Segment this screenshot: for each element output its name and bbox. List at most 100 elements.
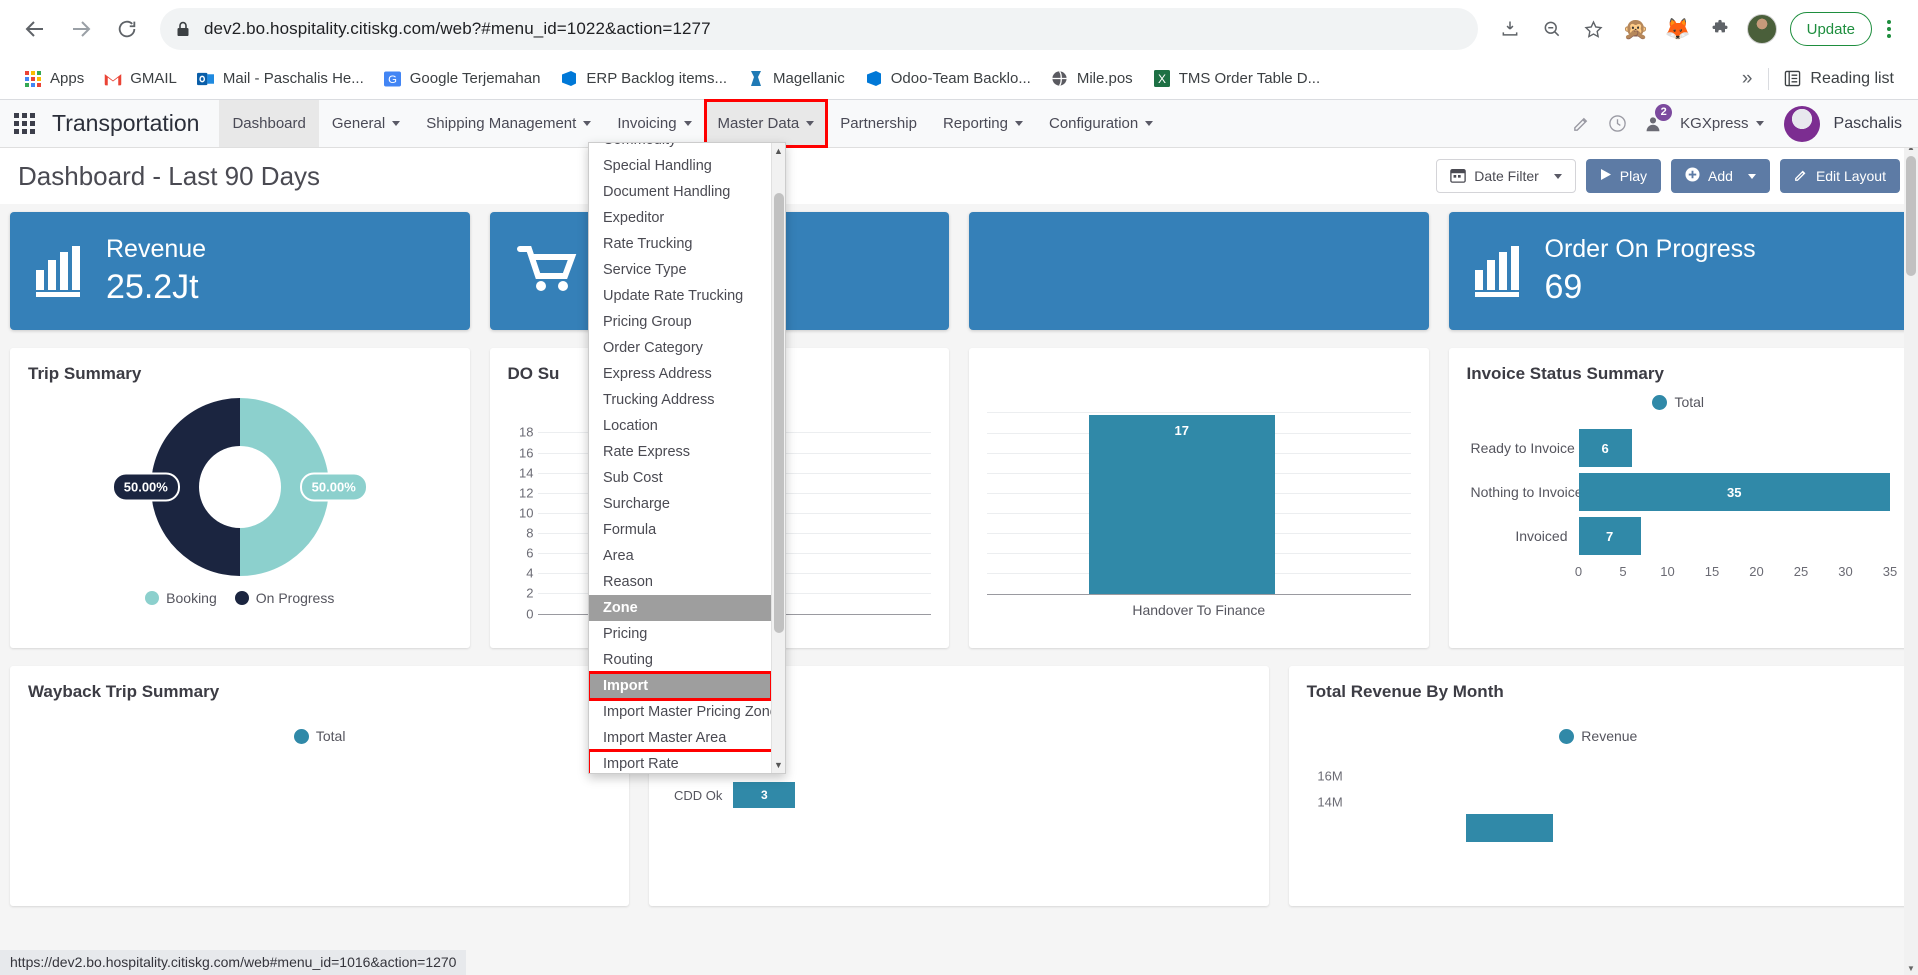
puzzle-extensions-icon[interactable] (1700, 9, 1740, 49)
scroll-down-arrow-icon[interactable]: ▼ (1904, 961, 1918, 975)
bookmarks-overflow-button[interactable]: » (1730, 68, 1765, 90)
messages-icon[interactable]: 2 (1638, 103, 1673, 139)
update-button[interactable]: Update (1789, 12, 1872, 46)
scrollbar-thumb[interactable] (1906, 156, 1916, 276)
category-label: Invoiced (1515, 528, 1568, 544)
edit-pencil-icon[interactable] (1566, 109, 1596, 139)
menu-item-zone[interactable]: Zone (589, 595, 771, 621)
profile-avatar[interactable] (1742, 9, 1782, 49)
menu-item-rate-express[interactable]: Rate Express (589, 439, 771, 465)
menu-item-order-category[interactable]: Order Category (589, 335, 771, 361)
menu-item-import[interactable]: Import (589, 671, 771, 701)
menu-item-document-handling[interactable]: Document Handling (589, 179, 771, 205)
x-tick: 10 (1660, 564, 1675, 579)
menu-item-sub-cost[interactable]: Sub Cost (589, 465, 771, 491)
play-button[interactable]: Play (1585, 159, 1662, 193)
menu-item-area[interactable]: Area (589, 543, 771, 569)
invoice-legend[interactable]: Total (1467, 394, 1891, 410)
menu-item-import-master-pricing-zone[interactable]: Import Master Pricing Zone (589, 699, 771, 725)
revenue-legend[interactable]: Revenue (1307, 728, 1890, 744)
y-tick: 2 (526, 585, 534, 601)
kpi-card-order-on-progress[interactable]: Order On Progress 69 (1448, 212, 1908, 330)
y-axis: 16M 14M (1307, 760, 1347, 830)
add-button[interactable]: Add (1671, 159, 1770, 193)
browser-menu-icon[interactable] (1874, 9, 1904, 49)
scroll-up-arrow-icon[interactable]: ▲ (772, 143, 785, 159)
bookmark-google-terjemahan[interactable]: G Google Terjemahan (374, 64, 551, 94)
install-icon[interactable] (1490, 9, 1530, 49)
menu-item-commodity[interactable]: Commodity (589, 143, 771, 153)
nav-item-master-data[interactable]: Master Data (703, 99, 829, 148)
menu-item-pricing[interactable]: Pricing (589, 621, 771, 647)
kpi-card-hidden[interactable] (969, 212, 1429, 330)
menu-item-import-master-area[interactable]: Import Master Area (589, 725, 771, 751)
app-launcher-icon[interactable] (0, 100, 48, 147)
avatar[interactable] (1783, 105, 1820, 142)
kpi-card-revenue[interactable]: Revenue 25.2Jt (10, 212, 470, 330)
legend-item-booking[interactable]: Booking (145, 590, 217, 606)
bar-handover-to-finance[interactable]: 17 (1088, 414, 1275, 594)
bar-invoiced[interactable]: 7 (1578, 517, 1641, 555)
menu-item-reason[interactable]: Reason (589, 569, 771, 595)
company-selector[interactable]: KGXpress (1674, 115, 1769, 132)
bookmark-magellanic[interactable]: Magellanic (737, 64, 855, 94)
nav-item-general[interactable]: General (319, 100, 413, 147)
date-filter-button[interactable]: Date Filter (1436, 159, 1576, 193)
scroll-down-arrow-icon[interactable]: ▼ (772, 757, 785, 773)
menu-item-update-rate-trucking[interactable]: Update Rate Trucking (589, 283, 771, 309)
username-label[interactable]: Paschalis (1834, 115, 1902, 133)
bookmark-mail-paschalis[interactable]: Mail - Paschalis He... (187, 64, 374, 94)
forward-arrow-icon[interactable] (60, 8, 102, 50)
zoom-out-icon[interactable] (1532, 9, 1572, 49)
edit-layout-button[interactable]: Edit Layout (1779, 159, 1900, 193)
nav-item-invoicing[interactable]: Invoicing (604, 100, 704, 147)
excel-icon: X (1153, 70, 1171, 88)
nav-item-configuration[interactable]: Configuration (1036, 100, 1166, 147)
nav-item-dashboard[interactable]: Dashboard (219, 100, 319, 147)
bar-ready-to-invoice[interactable]: 6 (1578, 429, 1632, 467)
menu-item-service-type[interactable]: Service Type (589, 257, 771, 283)
bar-cdd-ok[interactable]: 3 (733, 782, 796, 808)
legend-item-on-progress[interactable]: On Progress (234, 590, 335, 606)
menu-item-location[interactable]: Location (589, 413, 771, 439)
dropdown-scrollbar[interactable]: ▲ ▼ (771, 143, 785, 773)
menu-item-pricing-group[interactable]: Pricing Group (589, 309, 771, 335)
nav-item-shipping-management[interactable]: Shipping Management (413, 100, 604, 147)
clock-icon[interactable] (1602, 109, 1632, 139)
wayback-legend[interactable]: Total (28, 728, 611, 744)
address-bar[interactable]: dev2.bo.hospitality.citiskg.com/web?#men… (160, 8, 1478, 50)
bookmark-odoo-team-backlog[interactable]: Odoo-Team Backlo... (855, 64, 1041, 94)
menu-item-rate-trucking[interactable]: Rate Trucking (589, 231, 771, 257)
reload-icon[interactable] (106, 8, 148, 50)
menu-item-routing[interactable]: Routing (589, 647, 771, 673)
metamask-extension-icon[interactable]: 🦊 (1658, 9, 1698, 49)
menu-item-surcharge[interactable]: Surcharge (589, 491, 771, 517)
dashboard-header: Dashboard - Last 90 Days Date Filter Pla… (0, 148, 1918, 204)
nav-item-label: Partnership (840, 115, 917, 132)
bar-revenue[interactable] (1466, 814, 1554, 842)
bookmark-gmail[interactable]: GMAIL (94, 64, 187, 94)
menu-item-trucking-address[interactable]: Trucking Address (589, 387, 771, 413)
bar-nothing-to-invoice[interactable]: 35 (1578, 473, 1890, 511)
menu-item-special-handling[interactable]: Special Handling (589, 153, 771, 179)
legend-label: On Progress (255, 590, 335, 606)
menu-item-expeditor[interactable]: Expeditor (589, 205, 771, 231)
nav-item-reporting[interactable]: Reporting (930, 100, 1036, 147)
bookmark-erp-backlog[interactable]: ERP Backlog items... (550, 64, 737, 94)
page-scrollbar[interactable]: ▲ ▼ (1904, 140, 1918, 975)
menu-item-express-address[interactable]: Express Address (589, 361, 771, 387)
bookmark-apps[interactable]: Apps (14, 64, 94, 94)
reading-list-button[interactable]: Reading list (1773, 70, 1904, 88)
star-icon[interactable] (1574, 9, 1614, 49)
scrollbar-thumb[interactable] (774, 193, 784, 633)
menu-item-formula[interactable]: Formula (589, 517, 771, 543)
bookmark-mile-pos[interactable]: Mile.pos (1041, 64, 1143, 94)
monkey-extension-icon[interactable]: 🙊 (1616, 9, 1656, 49)
nav-item-partnership[interactable]: Partnership (827, 100, 930, 147)
card-total-revenue-by-month: Total Revenue By Month Revenue 16M 14M (1288, 666, 1908, 906)
menu-item-import-rate[interactable]: Import Rate (589, 749, 771, 773)
category-label: CDD Ok (673, 787, 723, 803)
back-arrow-icon[interactable] (14, 8, 56, 50)
bookmark-tms-order-table[interactable]: X TMS Order Table D... (1143, 64, 1330, 94)
app-brand: Transportation (52, 110, 200, 136)
